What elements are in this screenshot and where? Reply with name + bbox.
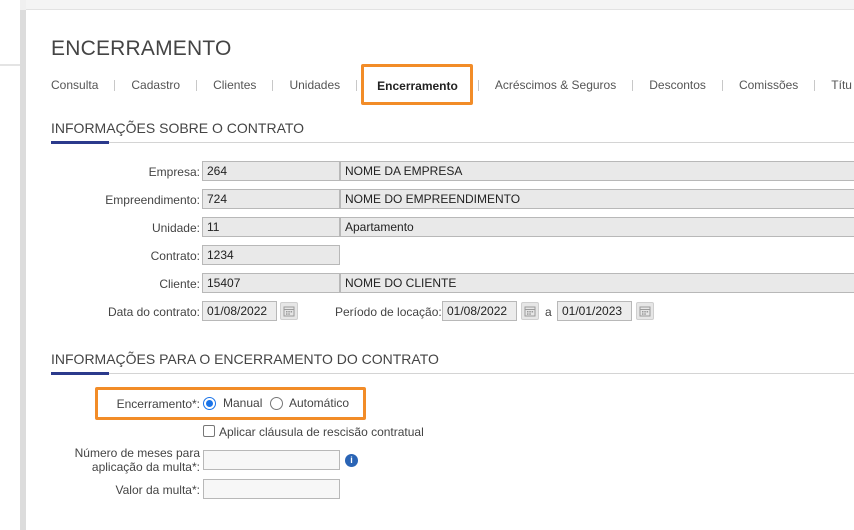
calendar-icon (283, 306, 295, 317)
section-title-contract: INFORMAÇÕES SOBRE O CONTRATO (51, 120, 305, 136)
data-contrato-field[interactable]: 01/08/2022 (202, 301, 277, 321)
periodo-fim-calendar-button[interactable] (636, 302, 654, 320)
empresa-code-field[interactable]: 264 (202, 161, 340, 181)
valor-multa-label: Valor da multa*: (115, 483, 201, 497)
empresa-label: Empresa: (148, 165, 200, 179)
periodo-inicio-field[interactable]: 01/08/2022 (442, 301, 517, 321)
calendar-icon (524, 306, 536, 317)
tab-clientes[interactable]: Clientes (213, 77, 256, 93)
section-divider (51, 373, 854, 374)
section-accent-bar (51, 372, 109, 375)
cliente-label: Cliente: (159, 277, 200, 291)
data-contrato-label: Data do contrato: (107, 305, 200, 319)
tab-encerramento[interactable]: Encerramento (377, 78, 458, 94)
empreendimento-label: Empreendimento: (105, 193, 200, 207)
top-bar (26, 0, 854, 10)
tab-bar: Consulta Cadastro Clientes Unidades Encerram… (51, 64, 852, 105)
cliente-code-field[interactable]: 15407 (202, 273, 340, 293)
empreendimento-name-field[interactable]: NOME DO EMPREENDIMENTO (340, 189, 854, 209)
clausula-rescisao-checkbox[interactable] (203, 425, 215, 437)
contrato-label: Contrato: (150, 249, 200, 263)
encerramento-manual-label[interactable]: Manual (223, 396, 262, 410)
left-sidebar-strip (0, 0, 20, 530)
tab-unidades[interactable]: Unidades (289, 77, 340, 93)
tab-consulta[interactable]: Consulta (51, 77, 98, 93)
tab-cadastro[interactable]: Cadastro (131, 77, 180, 93)
unidade-label: Unidade: (151, 221, 200, 235)
unidade-code-field[interactable]: 11 (202, 217, 340, 237)
encerramento-manual-radio[interactable] (203, 397, 216, 410)
main-panel: ENCERRAMENTO Consulta Cadastro Clientes Uni… (26, 10, 854, 530)
info-icon[interactable]: i (345, 454, 358, 467)
contrato-field[interactable]: 1234 (202, 245, 340, 265)
encerramento-label: Encerramento*: (116, 397, 200, 411)
encerramento-automatico-radio[interactable] (270, 397, 283, 410)
periodo-inicio-calendar-button[interactable] (521, 302, 539, 320)
empresa-name-field[interactable]: NOME DA EMPRESA (340, 161, 854, 181)
periodo-separator: a (545, 305, 552, 319)
valor-multa-input[interactable] (203, 479, 340, 499)
unidade-name-field[interactable]: Apartamento (340, 217, 854, 237)
section-title-closing: INFORMAÇÕES PARA O ENCERRAMENTO DO CONTR… (51, 351, 439, 367)
tab-titulos[interactable]: Títu (831, 77, 852, 93)
empreendimento-code-field[interactable]: 724 (202, 189, 340, 209)
meses-multa-input[interactable] (203, 450, 340, 470)
section-accent-bar (51, 141, 109, 144)
periodo-fim-field[interactable]: 01/01/2023 (557, 301, 632, 321)
encerramento-automatico-label[interactable]: Automático (289, 396, 349, 410)
tab-highlight-box: Encerramento (361, 64, 473, 105)
calendar-icon (639, 306, 651, 317)
tab-descontos[interactable]: Descontos (649, 77, 706, 93)
periodo-locacao-label: Período de locação: (335, 305, 442, 319)
meses-multa-label: Número de meses para aplicação da multa*… (74, 446, 200, 474)
data-contrato-calendar-button[interactable] (280, 302, 298, 320)
tab-comissoes[interactable]: Comissões (739, 77, 798, 93)
cliente-name-field[interactable]: NOME DO CLIENTE (340, 273, 854, 293)
section-divider (51, 142, 854, 143)
clausula-rescisao-label[interactable]: Aplicar cláusula de rescisão contratual (219, 425, 424, 439)
tab-acrescimos-seguros[interactable]: Acréscimos & Seguros (495, 77, 616, 93)
page-title: ENCERRAMENTO (51, 37, 232, 60)
